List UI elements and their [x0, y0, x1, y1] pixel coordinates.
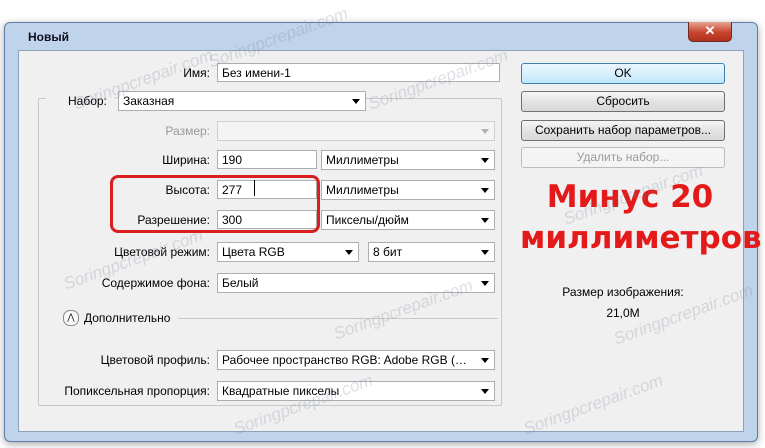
size-select	[217, 121, 495, 141]
background-select[interactable]: Белый	[217, 273, 495, 293]
width-label: Ширина:	[162, 153, 210, 167]
resolution-unit-value: Пикселы/дюйм	[326, 213, 409, 227]
background-value: Белый	[222, 276, 259, 290]
name-label: Имя:	[183, 66, 210, 80]
chevron-down-icon	[481, 281, 489, 286]
reset-button[interactable]: Сбросить	[521, 91, 725, 112]
chevron-down-icon	[481, 158, 489, 163]
advanced-label[interactable]: Дополнительно	[84, 311, 170, 325]
chevron-down-icon	[481, 250, 489, 255]
name-input[interactable]: Без имени-1	[217, 63, 500, 82]
save-preset-button[interactable]: Сохранить набор параметров...	[521, 120, 725, 141]
color-mode-label: Цветовой режим:	[114, 245, 210, 259]
color-profile-label: Цветовой профиль:	[100, 353, 210, 367]
background-label: Содержимое фона:	[101, 276, 210, 290]
chevron-down-icon	[481, 358, 489, 363]
title-bar[interactable]	[4, 22, 756, 52]
color-mode-select[interactable]: Цвета RGB	[217, 242, 359, 262]
pixel-aspect-select[interactable]: Квадратные пикселы	[217, 381, 495, 401]
annotation-line-2: миллиметров	[520, 220, 762, 256]
height-unit-select[interactable]: Миллиметры	[321, 180, 495, 200]
pixel-aspect-value: Квадратные пикселы	[222, 384, 340, 398]
width-unit-select[interactable]: Миллиметры	[321, 150, 495, 170]
close-button[interactable]: ✕	[688, 22, 732, 42]
bit-depth-value: 8 бит	[373, 245, 403, 259]
chevron-down-icon	[481, 188, 489, 193]
image-size-label: Размер изображения:	[562, 285, 684, 299]
chevron-down-icon	[352, 99, 360, 104]
resolution-unit-select[interactable]: Пикселы/дюйм	[321, 210, 495, 230]
chevron-down-icon	[481, 129, 489, 134]
annotation-line-1: Минус 20	[546, 179, 714, 215]
chevron-down-icon	[481, 389, 489, 394]
chevron-down-icon	[345, 250, 353, 255]
preset-value: Заказная	[123, 94, 175, 108]
width-unit-value: Миллиметры	[326, 153, 399, 167]
annotation-text: Минус 20 миллиметров	[520, 177, 762, 259]
chevron-down-icon	[481, 218, 489, 223]
color-mode-value: Цвета RGB	[222, 245, 285, 259]
ok-button[interactable]: OK	[521, 63, 725, 84]
delete-preset-button: Удалить набор...	[521, 147, 725, 168]
width-input[interactable]: 190	[217, 150, 317, 169]
preset-select[interactable]: Заказная	[118, 91, 366, 111]
collapse-advanced-icon[interactable]: ⋀	[63, 310, 79, 326]
highlight-frame	[110, 175, 320, 233]
height-unit-value: Миллиметры	[326, 183, 399, 197]
size-label: Размер:	[165, 124, 210, 138]
color-profile-select[interactable]: Рабочее пространство RGB: Adobe RGB (…	[217, 350, 495, 370]
color-profile-value: Рабочее пространство RGB: Adobe RGB (…	[222, 353, 467, 367]
image-size-value: 21,0M	[606, 306, 640, 320]
dialog-title: Новый	[28, 30, 69, 44]
bit-depth-select[interactable]: 8 бит	[368, 242, 495, 262]
advanced-divider	[178, 318, 498, 319]
pixel-aspect-label: Попиксельная пропорция:	[64, 384, 210, 398]
